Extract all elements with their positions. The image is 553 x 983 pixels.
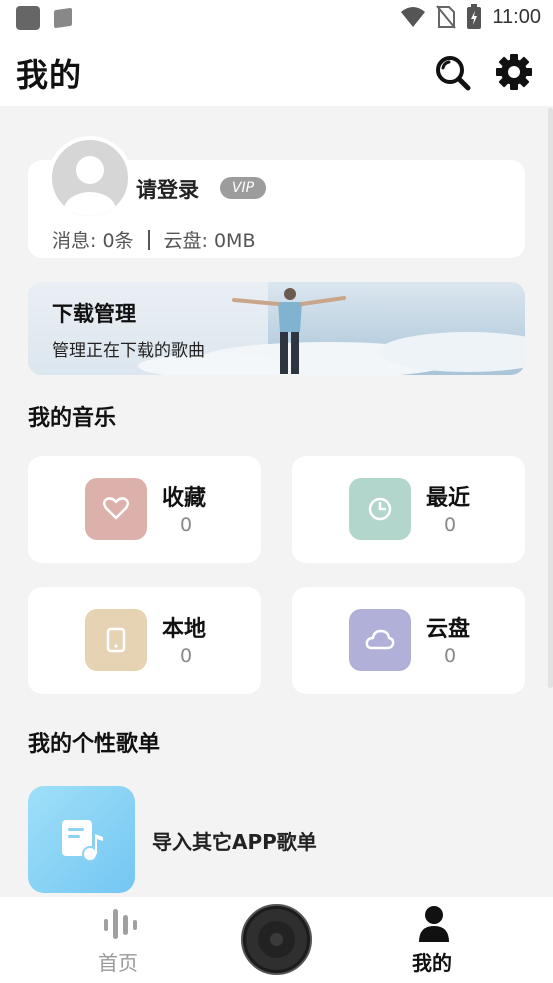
nav-mine-label: 我的 (412, 951, 452, 975)
clock-time: 11:00 (492, 5, 541, 28)
page-title: 我的 (16, 56, 83, 94)
nav-home-label: 首页 (98, 951, 138, 975)
import-playlist-label: 导入其它APP歌单 (152, 830, 317, 854)
banner-background-image (28, 282, 525, 375)
map-notification-icon (54, 7, 72, 29)
download-manager-banner[interactable]: 下载管理 管理正在下载的歌曲 (28, 282, 525, 375)
cloud-icon (365, 629, 395, 650)
cloud-label: 云盘 (426, 617, 471, 642)
recent-tile[interactable]: 最近 0 (292, 456, 525, 563)
login-label[interactable]: 请登录 (136, 174, 199, 204)
search-button[interactable] (434, 54, 472, 92)
nav-mine-tab[interactable]: 我的 (394, 897, 474, 983)
import-playlist-item[interactable]: 导入其它APP歌单 (28, 786, 525, 893)
recent-label: 最近 (426, 486, 471, 511)
cloud-icon-box (349, 609, 411, 671)
wifi-icon (401, 7, 426, 27)
favorites-label: 收藏 (162, 486, 207, 511)
now-playing-disc[interactable] (241, 904, 312, 975)
banner-subtitle: 管理正在下载的歌曲 (52, 341, 205, 361)
clock-icon (368, 497, 392, 521)
recent-icon-box (349, 478, 411, 540)
cloud-usage[interactable]: 云盘: 0MB (164, 226, 256, 253)
person-icon (419, 906, 449, 942)
favorites-count: 0 (180, 514, 193, 536)
import-icon-box (28, 786, 135, 893)
gear-icon (496, 54, 532, 90)
local-label: 本地 (162, 617, 207, 642)
top-bar: 我的 (0, 40, 553, 106)
recent-count: 0 (444, 514, 457, 536)
scrollbar[interactable] (548, 108, 553, 688)
user-placeholder-icon (64, 156, 116, 216)
nav-home-tab[interactable]: 首页 (80, 897, 160, 983)
my-playlists-heading: 我的个性歌单 (28, 732, 161, 757)
music-document-icon (61, 819, 103, 862)
settings-button[interactable] (494, 52, 534, 92)
profile-stats: 消息: 0条 云盘: 0MB (52, 226, 256, 253)
search-icon (436, 56, 471, 91)
app-notification-icon (16, 6, 40, 30)
status-bar: 11:00 (0, 0, 553, 40)
vip-badge: VIP (220, 177, 266, 199)
no-sim-icon (436, 5, 457, 29)
local-count: 0 (180, 645, 193, 667)
local-icon-box (85, 609, 147, 671)
sound-bars-icon (104, 909, 137, 939)
my-music-heading: 我的音乐 (28, 406, 117, 431)
heart-icon (103, 497, 129, 520)
avatar[interactable] (48, 136, 132, 220)
local-tile[interactable]: 本地 0 (28, 587, 261, 694)
cloud-count: 0 (444, 645, 457, 667)
favorites-tile[interactable]: 收藏 0 (28, 456, 261, 563)
banner-title: 下载管理 (52, 302, 136, 326)
stats-divider (147, 229, 150, 250)
cloud-tile[interactable]: 云盘 0 (292, 587, 525, 694)
messages-count[interactable]: 消息: 0条 (52, 226, 134, 253)
phone-icon (106, 627, 126, 653)
favorites-icon-box (85, 478, 147, 540)
battery-charging-icon (467, 4, 482, 29)
